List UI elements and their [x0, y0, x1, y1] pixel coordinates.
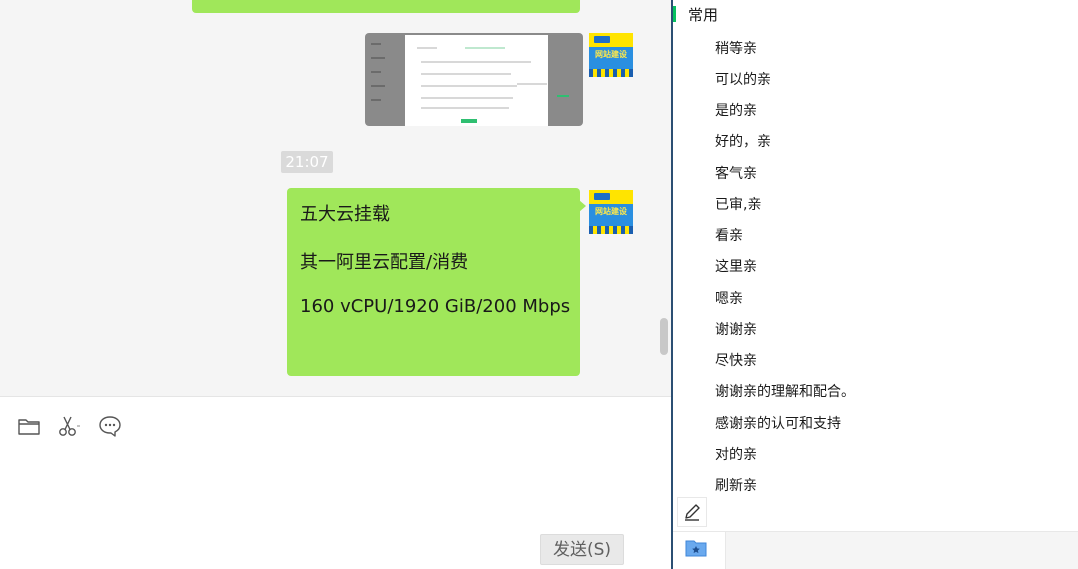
edit-quick-replies-button[interactable] — [677, 497, 707, 527]
quick-reply-item[interactable]: 已审,亲 — [715, 194, 761, 214]
quick-replies-footer — [673, 531, 1078, 569]
quick-reply-item[interactable]: 谢谢亲 — [715, 319, 757, 339]
quick-reply-item[interactable]: 可以的亲 — [715, 69, 771, 89]
quick-reply-item[interactable]: 客气亲 — [715, 163, 757, 183]
image-message[interactable] — [365, 33, 583, 126]
chat-window: 网站建设 21:07 五大云挂载 其一阿里云配置/消费 160 vCPU/192… — [0, 0, 1078, 569]
star-folder-icon — [685, 540, 707, 557]
pencil-icon — [685, 504, 700, 521]
quick-reply-item[interactable]: 尽快亲 — [715, 350, 757, 370]
folder-icon[interactable] — [16, 413, 42, 439]
quick-reply-item[interactable]: 嗯亲 — [715, 288, 743, 308]
quick-reply-item[interactable]: 是的亲 — [715, 100, 757, 120]
quick-reply-item[interactable]: 谢谢亲的理解和配合。 — [715, 381, 855, 401]
group-accent-bar — [673, 6, 676, 22]
quick-reply-item[interactable]: 对的亲 — [715, 444, 757, 464]
chat-panel: 网站建设 21:07 五大云挂载 其一阿里云配置/消费 160 vCPU/192… — [0, 0, 671, 569]
quick-reply-item[interactable]: 稍等亲 — [715, 38, 757, 58]
quick-reply-item[interactable]: 好的，亲 — [715, 131, 771, 151]
message-scrollbar[interactable] — [660, 318, 668, 355]
avatar-text: 网站建设 — [595, 207, 627, 216]
message-line: 五大云挂载 — [300, 204, 390, 225]
message-input-area[interactable]: 发送(S) — [0, 396, 671, 569]
message-list[interactable]: 网站建设 21:07 五大云挂载 其一阿里云配置/消费 160 vCPU/192… — [0, 0, 671, 396]
chat-bubble-icon[interactable] — [97, 413, 123, 439]
previous-message-bubble[interactable] — [192, 0, 580, 13]
avatar[interactable]: 网站建设 — [589, 190, 633, 234]
avatar-text: 网站建设 — [595, 50, 627, 59]
send-button[interactable]: 发送(S) — [540, 534, 624, 565]
message-line: 160 vCPU/1920 GiB/200 Mbps — [300, 296, 571, 317]
quick-replies-panel: 常用 稍等亲 可以的亲 是的亲 好的，亲 客气亲 已审,亲 看亲 这里亲 嗯亲 … — [673, 0, 1078, 569]
quick-reply-group-header[interactable]: 常用 — [673, 0, 1078, 28]
group-label: 常用 — [688, 6, 719, 24]
quick-reply-item[interactable]: 这里亲 — [715, 256, 757, 276]
quick-reply-item[interactable]: 看亲 — [715, 225, 743, 245]
message-line: 其一阿里云配置/消费 — [300, 252, 469, 273]
message-timestamp: 21:07 — [281, 151, 333, 173]
text-message-bubble[interactable]: 五大云挂载 其一阿里云配置/消费 160 vCPU/1920 GiB/200 M… — [287, 188, 586, 376]
screenshot-dialog-thumbnail — [405, 35, 548, 126]
avatar[interactable]: 网站建设 — [589, 33, 633, 77]
scissors-icon[interactable] — [56, 413, 82, 439]
quick-reply-item[interactable]: 刷新亲 — [715, 475, 757, 495]
footer-tab-favorites[interactable] — [673, 532, 726, 569]
quick-reply-item[interactable]: 感谢亲的认可和支持 — [715, 413, 841, 433]
